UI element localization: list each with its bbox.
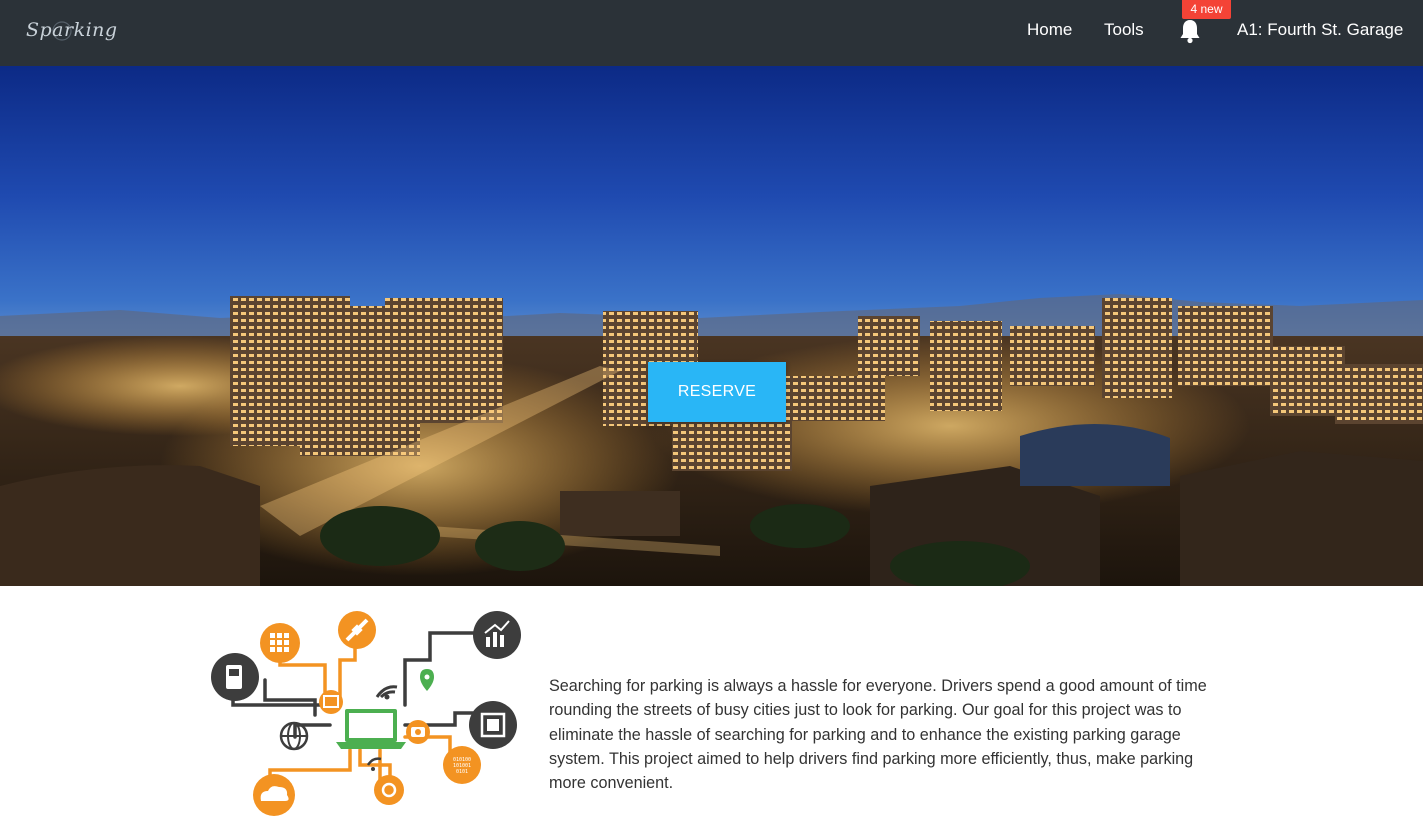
bell-icon[interactable] <box>1179 18 1201 44</box>
nav-home-link[interactable]: Home <box>1027 20 1072 40</box>
about-paragraph: Searching for parking is always a hassle… <box>549 677 1207 792</box>
reserve-button[interactable]: RESERVE <box>648 362 786 422</box>
satellite-icon <box>338 611 376 649</box>
camera-icon <box>406 720 430 744</box>
chart-icon <box>473 611 521 659</box>
svg-text:0101: 0101 <box>456 769 468 775</box>
chip-icon <box>469 701 517 749</box>
logo-text: Sparking <box>26 19 118 41</box>
location-pin-icon <box>420 669 434 691</box>
sparking-logo[interactable]: Sparking <box>24 14 117 48</box>
binary-icon: 010100 101001 0101 <box>443 746 481 784</box>
grid-icon <box>260 623 300 663</box>
hero-banner: RESERVE <box>0 66 1423 586</box>
notification-badge[interactable]: 4 new <box>1182 0 1231 19</box>
wifi-icon <box>375 685 398 700</box>
navbar: Sparking Home Tools 4 new A1: Fourth St.… <box>0 0 1423 66</box>
mobile-icon <box>211 653 259 701</box>
cloud-icon <box>253 774 295 816</box>
settings-icon <box>374 775 404 805</box>
laptop-icon <box>336 709 406 749</box>
window-icon <box>319 690 343 714</box>
city-skyline-image <box>0 294 1423 586</box>
nav-tools-link[interactable]: Tools <box>1104 20 1144 40</box>
garage-selector[interactable]: A1: Fourth St. Garage <box>1237 20 1403 40</box>
iot-network-illustration: 010100 101001 0101 <box>205 605 525 820</box>
